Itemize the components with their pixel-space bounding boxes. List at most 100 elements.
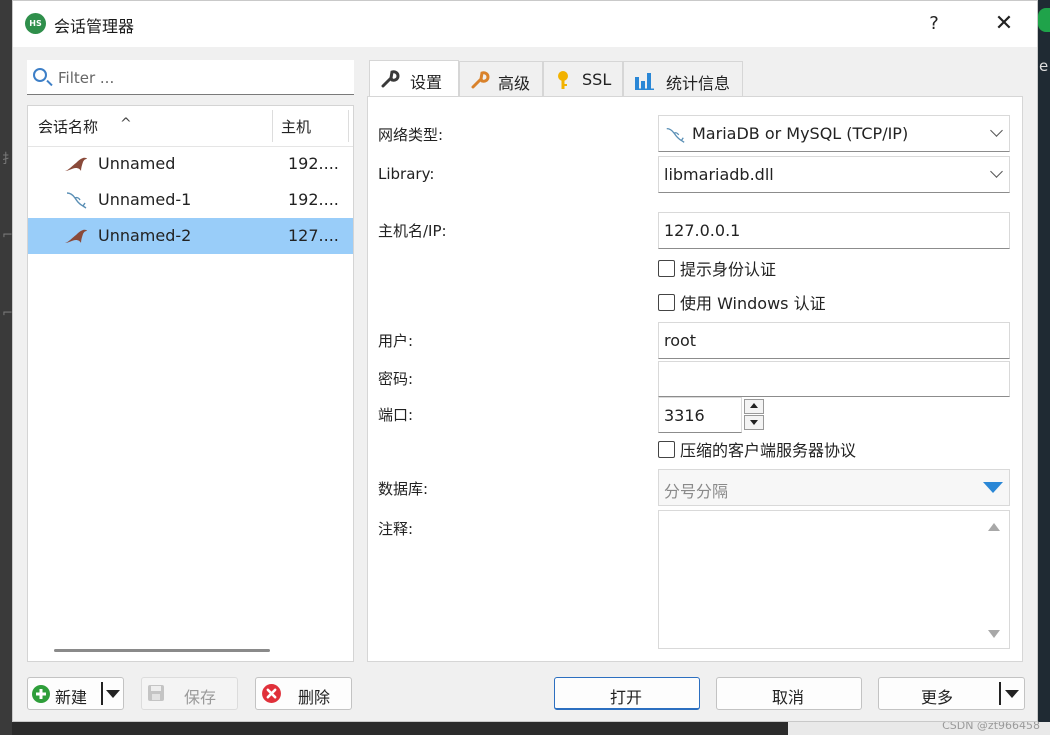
session-host: 192.... (288, 190, 339, 209)
mariadb-seal-icon (65, 157, 87, 171)
port-increment-button[interactable] (744, 399, 764, 414)
network-type-select[interactable]: MariaDB or MySQL (TCP/IP) (658, 115, 1010, 152)
heidisql-app-icon: HS (25, 13, 46, 34)
checkbox-box[interactable] (658, 294, 675, 311)
compress-protocol-checkbox[interactable]: 压缩的客户端服务器协议 (658, 437, 856, 461)
open-label: 打开 (610, 688, 643, 707)
user-input[interactable]: root (658, 322, 1010, 359)
cancel-label: 取消 (772, 688, 805, 707)
filter-input[interactable] (56, 65, 350, 91)
session-name: Unnamed (98, 154, 176, 173)
chevron-down-icon (990, 124, 1003, 137)
more-button[interactable]: 更多 (878, 677, 1025, 710)
session-row-unnamed[interactable]: Unnamed 192.... (28, 146, 353, 182)
mariadb-seal-icon (65, 229, 87, 243)
delete-button[interactable]: 删除 (255, 677, 352, 710)
background-window-edge-right: e (1038, 0, 1050, 735)
password-input[interactable] (658, 361, 1010, 397)
horizontal-scrollbar[interactable] (54, 649, 270, 652)
tab-label: SSL (582, 70, 612, 89)
comment-label: 注释: (378, 520, 414, 538)
column-divider[interactable] (348, 110, 349, 142)
dropdown-arrow-icon (983, 482, 1003, 493)
wrench-orange-icon (471, 71, 490, 89)
session-list-header: 会话名称 ^ 主机 (28, 106, 353, 147)
session-row-unnamed-1[interactable]: Unnamed-1 192.... (28, 182, 353, 218)
scroll-down-arrow-icon[interactable] (988, 630, 1000, 638)
session-host: 127.... (288, 226, 339, 245)
session-name: Unnamed-2 (98, 226, 192, 245)
session-name: Unnamed-1 (98, 190, 192, 209)
mysql-dolphin-icon (666, 127, 685, 143)
library-value: libmariadb.dll (664, 165, 774, 184)
chevron-down-icon (990, 165, 1003, 178)
host-input[interactable]: 127.0.0.1 (658, 212, 1010, 249)
filter-box (27, 60, 354, 95)
floppy-disk-icon (148, 685, 164, 701)
chevron-down-icon[interactable] (106, 690, 120, 698)
tab-label: 统计信息 (666, 74, 731, 93)
more-label: 更多 (921, 688, 954, 707)
tab-ssl[interactable]: SSL (543, 61, 623, 97)
network-type-value: MariaDB or MySQL (TCP/IP) (692, 124, 909, 143)
new-session-label: 新建 (55, 688, 88, 707)
search-icon (33, 68, 47, 82)
network-type-label: 网络类型: (378, 126, 444, 144)
tab-advanced[interactable]: 高级 (459, 61, 543, 97)
port-value: 3316 (664, 406, 705, 425)
background-accent (1038, 8, 1050, 32)
checkbox-box[interactable] (658, 441, 675, 458)
cancel-button[interactable]: 取消 (716, 677, 862, 710)
prompt-auth-checkbox[interactable]: 提示身份认证 (658, 256, 776, 280)
help-button[interactable]: ? (911, 1, 957, 47)
save-button[interactable]: 保存 (141, 677, 238, 710)
delete-icon (262, 684, 281, 703)
host-label: 主机名/IP: (378, 222, 447, 240)
mysql-dolphin-icon (66, 192, 87, 209)
window-title: 会话管理器 (54, 17, 135, 36)
split-separator (999, 682, 1001, 705)
chevron-down-icon[interactable] (1005, 690, 1019, 698)
port-decrement-button[interactable] (744, 415, 764, 430)
column-divider[interactable] (272, 110, 273, 142)
windows-auth-label: 使用 Windows 认证 (680, 294, 826, 313)
tab-settings[interactable]: 设置 (369, 60, 459, 97)
user-label: 用户: (378, 332, 414, 350)
session-list: 会话名称 ^ 主机 Unnamed 192.... Unnamed-1 192.… (27, 105, 354, 662)
tab-label: 高级 (498, 74, 531, 93)
add-icon (32, 685, 50, 703)
session-row-unnamed-2[interactable]: Unnamed-2 127.... (28, 218, 353, 254)
save-label: 保存 (184, 688, 217, 707)
tab-label: 设置 (410, 73, 443, 92)
compress-protocol-label: 压缩的客户端服务器协议 (680, 441, 857, 460)
new-session-button[interactable]: 新建 (27, 677, 124, 710)
database-select[interactable]: 分号分隔 (658, 469, 1010, 506)
settings-panel: 网络类型: MariaDB or MySQL (TCP/IP) Library:… (367, 96, 1023, 662)
open-button[interactable]: 打开 (554, 677, 700, 710)
database-placeholder: 分号分隔 (664, 482, 729, 501)
comment-textarea[interactable] (658, 510, 1010, 649)
column-header-host[interactable]: 主机 (281, 116, 311, 137)
port-label: 端口: (378, 406, 414, 424)
windows-auth-checkbox[interactable]: 使用 Windows 认证 (658, 290, 826, 314)
background-glyph: e (1039, 57, 1049, 75)
checkbox-box[interactable] (658, 260, 675, 277)
sort-ascending-icon: ^ (120, 116, 132, 132)
tab-statistics[interactable]: 统计信息 (623, 61, 743, 97)
wrench-icon (381, 70, 400, 88)
key-icon (558, 71, 568, 89)
split-separator (101, 682, 103, 705)
bar-chart-icon (635, 73, 654, 90)
scroll-up-arrow-icon[interactable] (988, 523, 1000, 531)
session-host: 192.... (288, 154, 339, 173)
column-header-session-name[interactable]: 会话名称 (38, 116, 98, 137)
library-select[interactable]: libmariadb.dll (658, 156, 1010, 193)
delete-label: 删除 (298, 688, 331, 707)
host-value: 127.0.0.1 (664, 221, 741, 240)
title-bar: HS 会话管理器 ? ✕ (13, 1, 1037, 47)
session-manager-dialog: HS 会话管理器 ? ✕ 会话名称 ^ 主机 Unnamed 192.... U… (12, 0, 1038, 722)
close-button[interactable]: ✕ (981, 1, 1027, 47)
port-input[interactable]: 3316 (658, 397, 742, 433)
background-window-edge: 扌 ⌐ ⌐ (0, 0, 15, 735)
library-label: Library: (378, 165, 435, 183)
